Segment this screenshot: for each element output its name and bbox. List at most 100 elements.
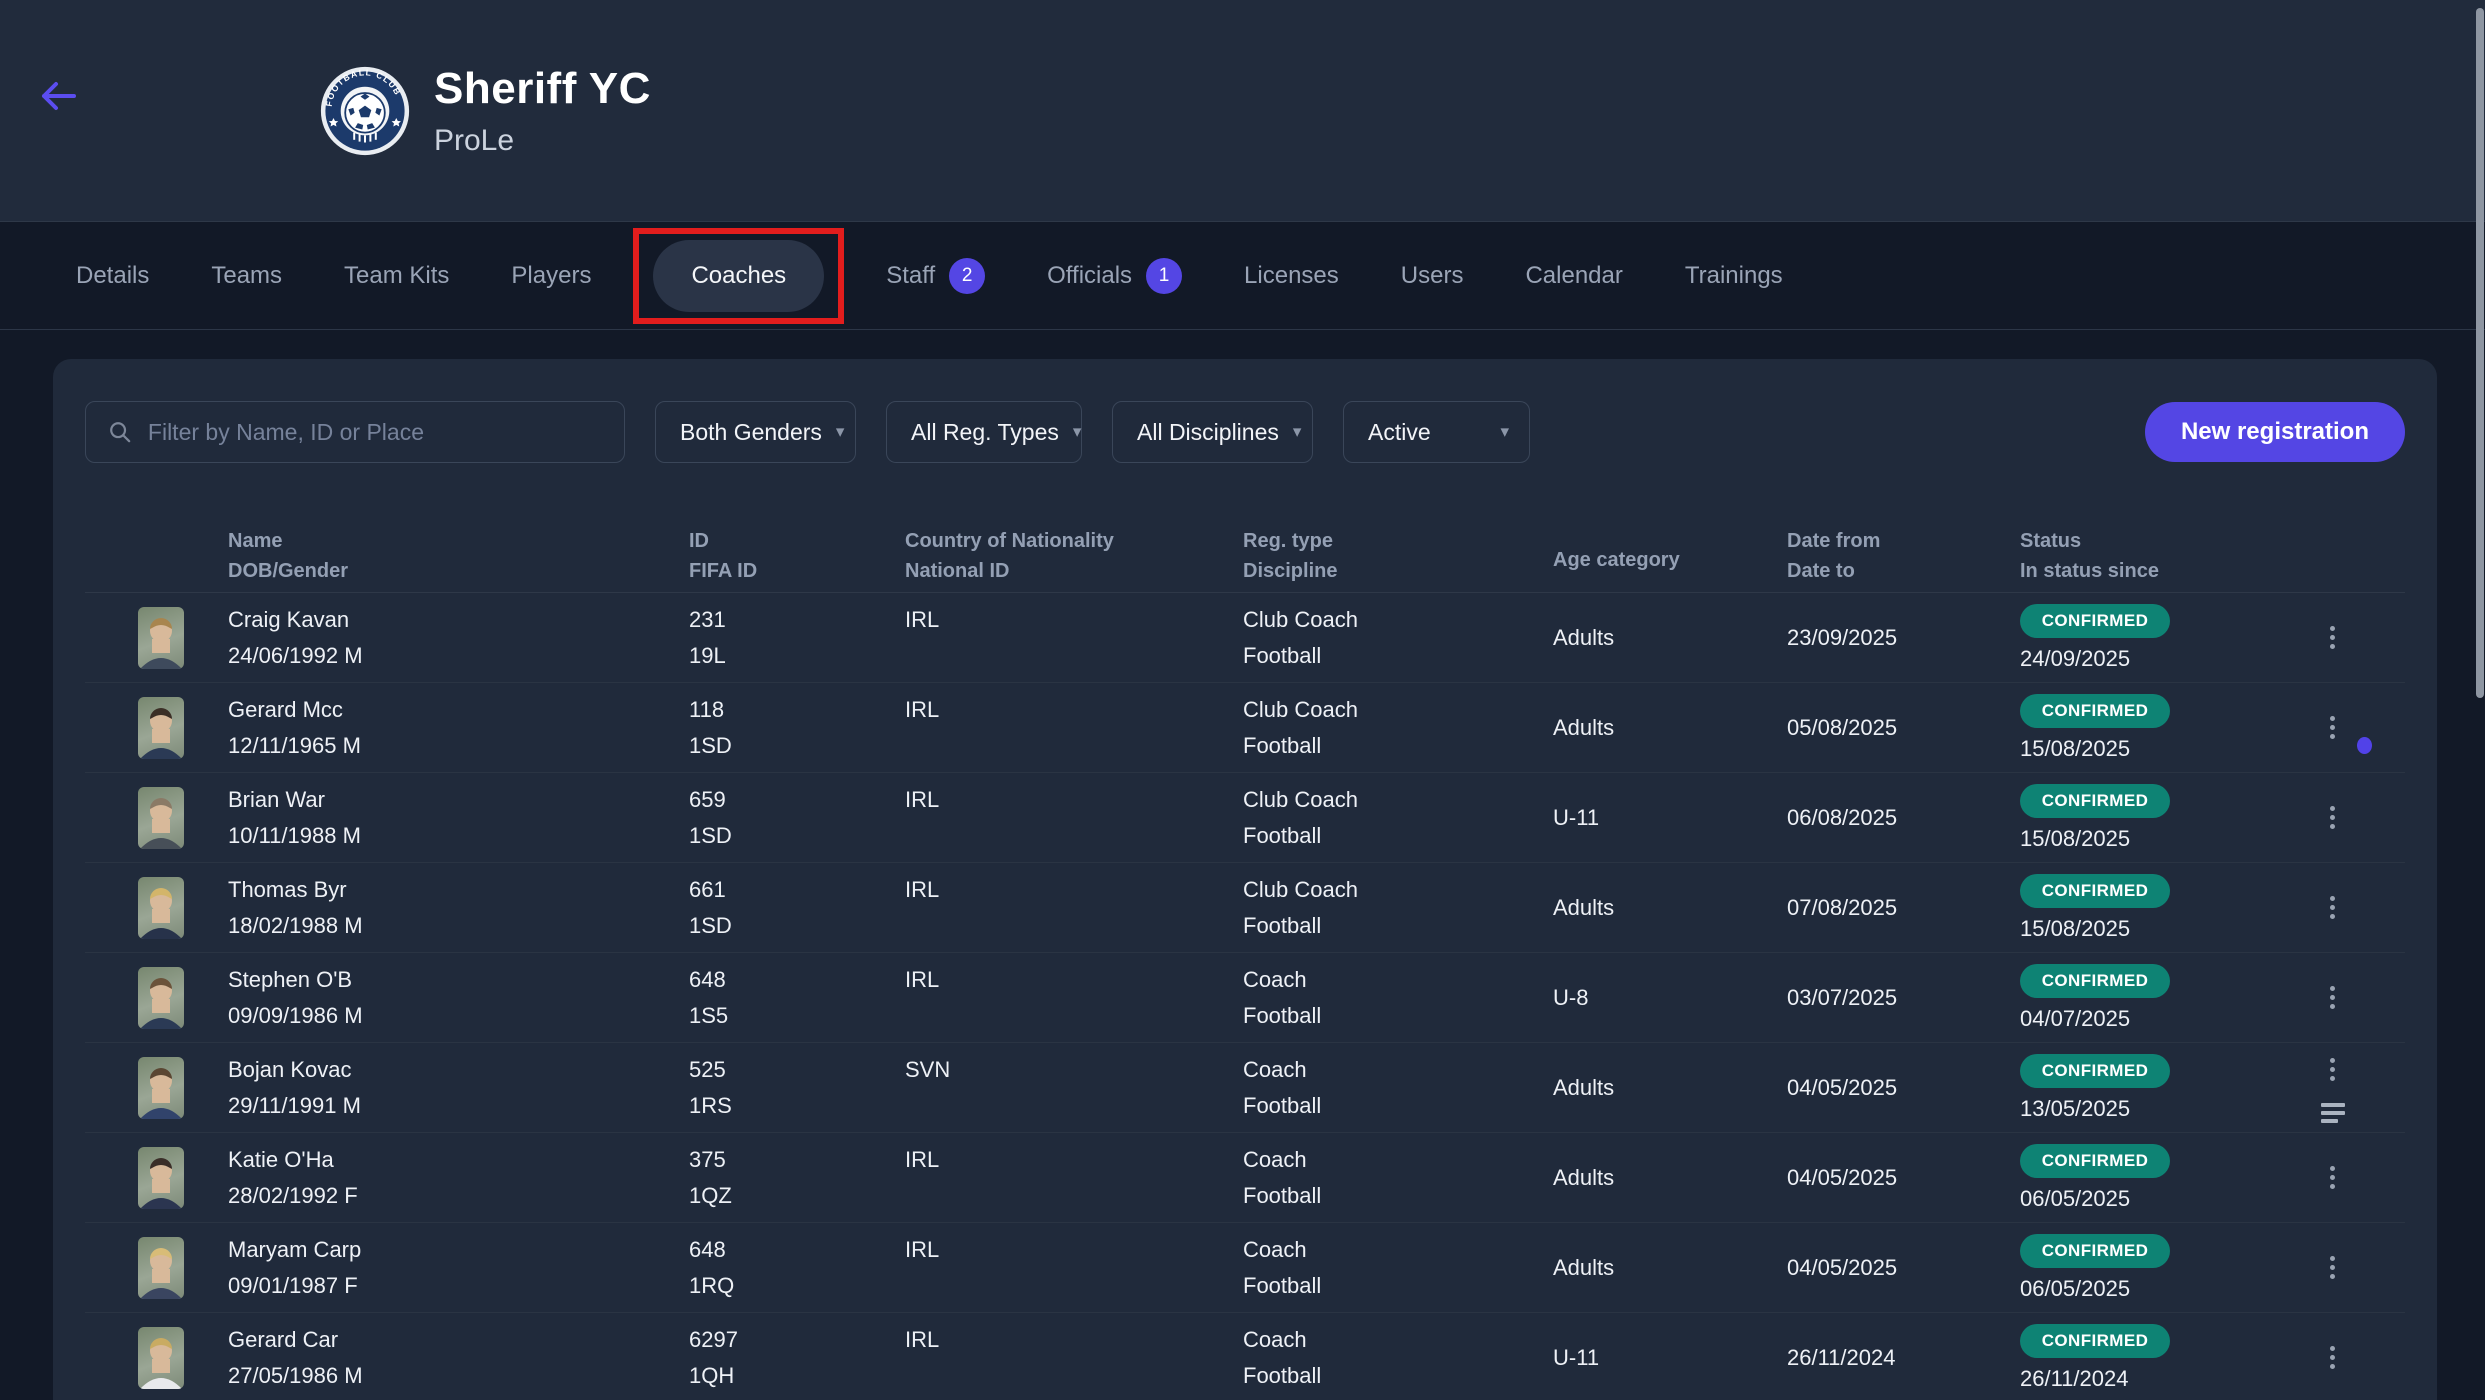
- coach-national-id: [905, 823, 1243, 849]
- coach-fifa-id: 1SD: [689, 913, 905, 939]
- coach-age-category: Adults: [1553, 895, 1787, 921]
- coach-reg-type: Club Coach: [1243, 697, 1553, 723]
- tab-players[interactable]: Players: [511, 262, 591, 290]
- coach-avatar: [138, 1147, 184, 1209]
- discipline-filter-dropdown[interactable]: All Disciplines ▾: [1112, 401, 1313, 463]
- column-subheader: DOB/Gender: [228, 559, 689, 584]
- coach-reg-type: Club Coach: [1243, 787, 1553, 813]
- coach-reg-type: Coach: [1243, 1237, 1553, 1263]
- coach-reg-type: Coach: [1243, 967, 1553, 993]
- coach-name: Stephen O'B: [228, 967, 689, 993]
- back-arrow-icon[interactable]: [36, 78, 80, 114]
- coach-discipline: Football: [1243, 733, 1553, 759]
- coach-discipline: Football: [1243, 643, 1553, 669]
- kebab-icon[interactable]: [2324, 710, 2341, 745]
- scrollbar-thumb[interactable]: [2476, 8, 2484, 698]
- in-status-since: 06/05/2025: [2020, 1276, 2260, 1302]
- table-row[interactable]: Craig Kavan24/06/1992 M 23119L IRL Club …: [85, 593, 2405, 683]
- coach-id: 648: [689, 967, 905, 993]
- reg-type-filter-dropdown[interactable]: All Reg. Types ▾: [886, 401, 1082, 463]
- coach-country: IRL: [905, 607, 1243, 633]
- coach-fifa-id: 1SD: [689, 733, 905, 759]
- kebab-icon[interactable]: [2324, 620, 2341, 655]
- table-row[interactable]: Gerard Mcc12/11/1965 M 1181SD IRL Club C…: [85, 683, 2405, 773]
- coach-avatar: [138, 967, 184, 1029]
- league-subtitle: ProLe: [434, 124, 651, 158]
- tab-users[interactable]: Users: [1401, 262, 1464, 290]
- tab-staff[interactable]: Staff 2: [886, 258, 985, 294]
- coach-name: Katie O'Ha: [228, 1147, 689, 1173]
- coach-fifa-id: 1QH: [689, 1363, 905, 1389]
- tab-licenses[interactable]: Licenses: [1244, 262, 1339, 290]
- table-row[interactable]: Bojan Kovac29/11/1991 M 5251RS SVN Coach…: [85, 1043, 2405, 1133]
- coach-national-id: [905, 1093, 1243, 1119]
- chevron-down-icon: ▾: [836, 422, 845, 442]
- table-row[interactable]: Katie O'Ha28/02/1992 F 3751QZ IRL CoachF…: [85, 1133, 2405, 1223]
- coach-discipline: Football: [1243, 1183, 1553, 1209]
- chevron-down-icon: ▾: [1500, 422, 1509, 442]
- coach-dob-gender: 09/09/1986 M: [228, 1003, 689, 1029]
- coach-id: 6297: [689, 1327, 905, 1353]
- coach-reg-type: Coach: [1243, 1327, 1553, 1353]
- new-registration-button[interactable]: New registration: [2145, 402, 2405, 462]
- coach-discipline: Football: [1243, 1093, 1553, 1119]
- coach-country: SVN: [905, 1057, 1243, 1083]
- tab-details[interactable]: Details: [76, 262, 149, 290]
- coach-fifa-id: 1QZ: [689, 1183, 905, 1209]
- tab-teams[interactable]: Teams: [211, 262, 282, 290]
- coach-date-from: 04/05/2025: [1787, 1075, 2020, 1101]
- in-status-since: 15/08/2025: [2020, 826, 2260, 852]
- status-badge: CONFIRMED: [2020, 1324, 2170, 1358]
- coach-avatar: [138, 1237, 184, 1299]
- coach-country: IRL: [905, 1147, 1243, 1173]
- table-row[interactable]: Thomas Byr18/02/1988 M 6611SD IRL Club C…: [85, 863, 2405, 953]
- coach-discipline: Football: [1243, 823, 1553, 849]
- table-row[interactable]: Brian War10/11/1988 M 6591SD IRL Club Co…: [85, 773, 2405, 863]
- in-status-since: 13/05/2025: [2020, 1096, 2260, 1122]
- coach-country: IRL: [905, 967, 1243, 993]
- tab-coaches[interactable]: Coaches: [653, 240, 824, 312]
- kebab-icon[interactable]: [2324, 1340, 2341, 1375]
- coach-age-category: Adults: [1553, 1075, 1787, 1101]
- table-row[interactable]: Gerard Car27/05/1986 M 62971QH IRL Coach…: [85, 1313, 2405, 1400]
- table-row[interactable]: Maryam Carp09/01/1987 F 6481RQ IRL Coach…: [85, 1223, 2405, 1313]
- coach-country: IRL: [905, 1237, 1243, 1263]
- kebab-icon[interactable]: [2324, 890, 2341, 925]
- coach-discipline: Football: [1243, 1003, 1553, 1029]
- gender-filter-dropdown[interactable]: Both Genders ▾: [655, 401, 856, 463]
- coach-id: 375: [689, 1147, 905, 1173]
- coach-age-category: U-11: [1553, 805, 1787, 831]
- coach-age-category: Adults: [1553, 1165, 1787, 1191]
- coach-national-id: [905, 733, 1243, 759]
- coach-discipline: Football: [1243, 913, 1553, 939]
- status-badge: CONFIRMED: [2020, 694, 2170, 728]
- coach-id: 118: [689, 697, 905, 723]
- coach-id: 661: [689, 877, 905, 903]
- tab-officials[interactable]: Officials 1: [1047, 258, 1182, 294]
- coach-name: Gerard Mcc: [228, 697, 689, 723]
- tab-trainings[interactable]: Trainings: [1685, 262, 1783, 290]
- kebab-icon[interactable]: [2324, 800, 2341, 835]
- status-filter-dropdown[interactable]: Active ▾: [1343, 401, 1530, 463]
- coach-date-from: 04/05/2025: [1787, 1165, 2020, 1191]
- in-status-since: 15/08/2025: [2020, 736, 2260, 762]
- tab-team-kits[interactable]: Team Kits: [344, 262, 449, 290]
- coach-dob-gender: 10/11/1988 M: [228, 823, 689, 849]
- coach-avatar: [138, 697, 184, 759]
- search-input[interactable]: [148, 419, 602, 446]
- kebab-icon[interactable]: [2324, 1052, 2341, 1087]
- coach-avatar: [138, 787, 184, 849]
- column-header: Date from: [1787, 529, 2020, 554]
- coach-dob-gender: 29/11/1991 M: [228, 1093, 689, 1119]
- table-row[interactable]: Stephen O'B09/09/1986 M 6481S5 IRL Coach…: [85, 953, 2405, 1043]
- coach-age-category: Adults: [1553, 715, 1787, 741]
- search-input-wrap[interactable]: [85, 401, 625, 463]
- kebab-icon[interactable]: [2324, 1160, 2341, 1195]
- coach-age-category: Adults: [1553, 1255, 1787, 1281]
- column-subheader: Date to: [1787, 559, 2020, 584]
- chevron-down-icon: ▾: [1073, 422, 1082, 442]
- kebab-icon[interactable]: [2324, 980, 2341, 1015]
- kebab-icon[interactable]: [2324, 1250, 2341, 1285]
- coach-country: IRL: [905, 697, 1243, 723]
- tab-calendar[interactable]: Calendar: [1525, 262, 1622, 290]
